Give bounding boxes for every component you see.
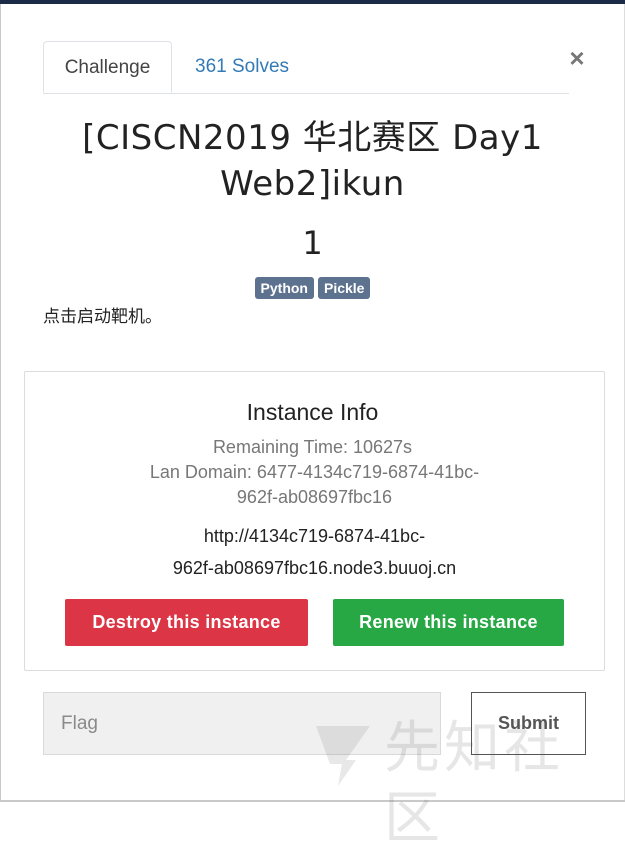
tag-python: Python (254, 277, 314, 299)
instance-url[interactable]: http://4134c719-6874-41bc- 962f-ab08697f… (0, 520, 625, 584)
tab-challenge[interactable]: Challenge (43, 41, 172, 93)
watermark: 先知社区 (312, 710, 612, 851)
top-bar (0, 0, 625, 4)
instance-url-line-2[interactable]: 962f-ab08697fbc16.node3.buuoj.cn (0, 552, 625, 584)
close-icon[interactable]: × (566, 44, 588, 72)
watermark-text: 先知社区 (384, 716, 564, 851)
challenge-description: 点击启动靶机。 (43, 307, 162, 326)
watermark-logo-icon (316, 726, 370, 786)
lan-domain-line-1: Lan Domain: 6477-4134c719-6874-41bc- (149, 462, 480, 482)
instance-url-line-1[interactable]: http://4134c719-6874-41bc- (204, 526, 425, 546)
tag-pickle: Pickle (317, 277, 371, 299)
lan-domain: Lan Domain: 6477-4134c719-6874-41bc- 962… (0, 460, 625, 510)
challenge-title: [CISCN2019 华北赛区 Day1 Web2]ikun (0, 115, 625, 207)
destroy-instance-button[interactable]: Destroy this instance (65, 599, 308, 646)
title-line-2: Web2]ikun (220, 164, 405, 204)
lan-domain-line-2: 962f-ab08697fbc16 (236, 487, 393, 507)
instance-heading: Instance Info (246, 399, 379, 425)
tab-solves[interactable]: 361 Solves (193, 41, 291, 93)
challenge-tabs: Challenge 361 Solves (43, 41, 569, 94)
remaining-time: Remaining Time: 10627s (212, 437, 413, 457)
tag-list: Python Pickle (0, 277, 625, 299)
renew-instance-button[interactable]: Renew this instance (333, 599, 564, 646)
title-line-1: [CISCN2019 华北赛区 Day1 (82, 118, 543, 158)
challenge-points: 1 (302, 224, 323, 262)
